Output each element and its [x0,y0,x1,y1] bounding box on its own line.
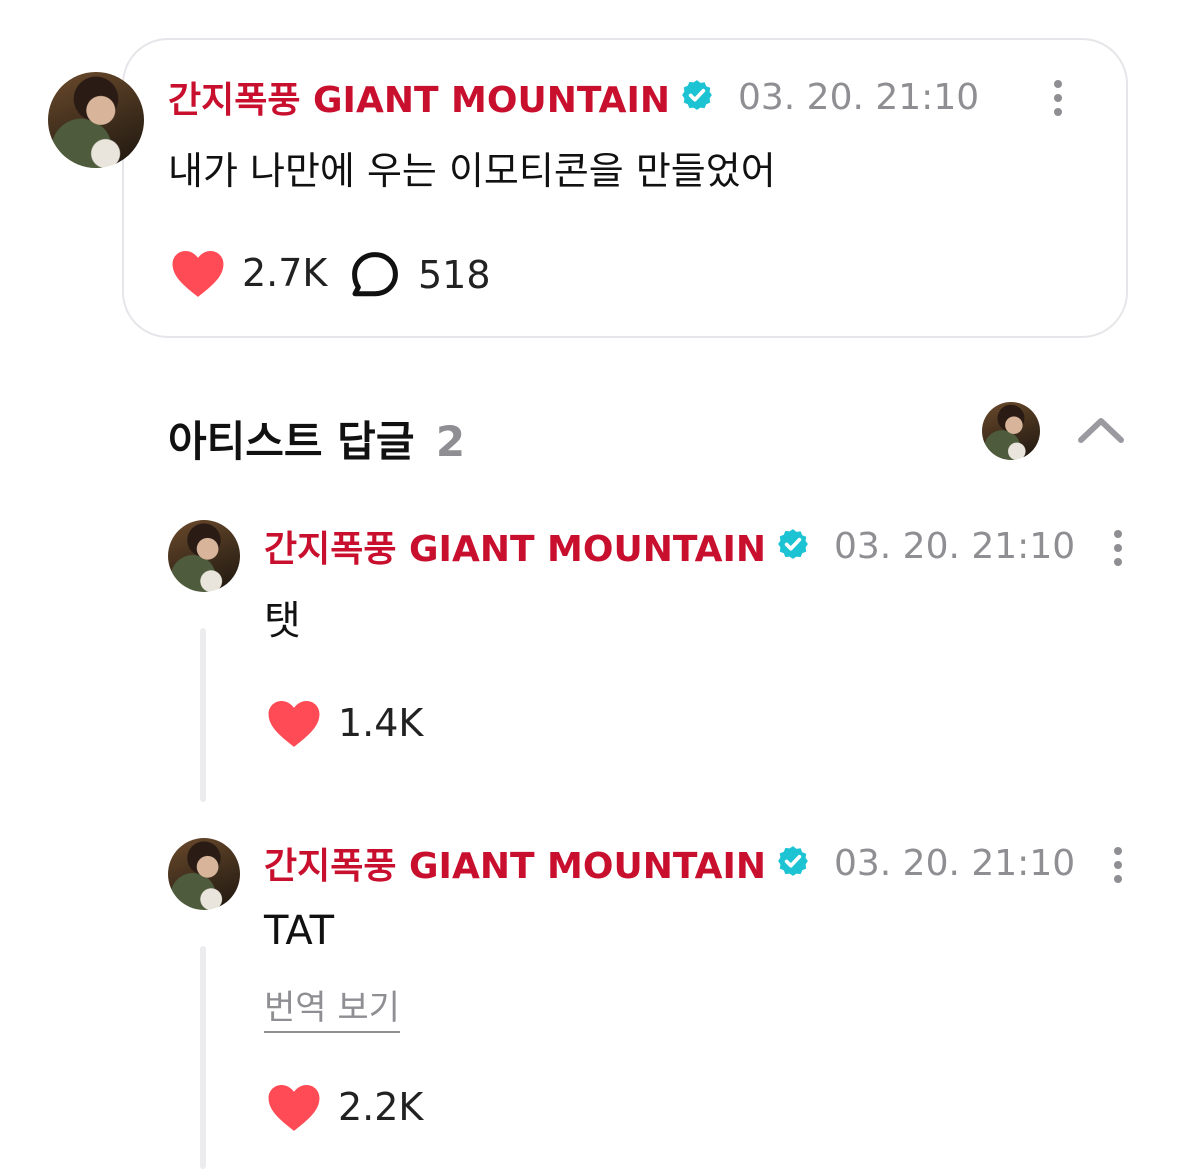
reply-2-more-icon[interactable] [1114,844,1122,886]
post-header: 간지폭풍 GIANT MOUNTAIN 03. 20. 21:10 [168,71,980,123]
reply-2-like-count: 2.2K [338,1085,424,1129]
reply-2-timestamp: 03. 20. 21:10 [833,842,1076,884]
reply-2-translate-link[interactable]: 번역 보기 [264,980,400,1033]
post-like-button[interactable]: 2.7K [170,248,327,298]
reply-1-avatar[interactable] [168,520,240,592]
post-comment-count: 518 [418,253,491,297]
verified-badge-icon [776,844,810,882]
chevron-up-icon[interactable] [1076,412,1126,452]
artist-replies-title: 아티스트 답글 [168,417,415,466]
reply-2-like-button[interactable]: 2.2K [266,1082,423,1132]
reply-1-timestamp: 03. 20. 21:10 [833,525,1076,567]
reply-2-header: 간지폭풍 GIANT MOUNTAIN 03. 20. 21:10 [264,841,1076,888]
reply-1-header: 간지폭풍 GIANT MOUNTAIN 03. 20. 21:10 [264,524,1076,571]
comment-bubble-icon [352,252,398,297]
post-comment-button[interactable]: 518 [350,250,491,300]
artist-replies-count: 2 [435,417,466,466]
reply-1-author-name[interactable]: 간지폭풍 GIANT MOUNTAIN [264,520,766,572]
reply-1-more-icon[interactable] [1114,527,1122,569]
post-author-name[interactable]: 간지폭풍 GIANT MOUNTAIN [168,71,670,123]
reply-2-text: TAT [264,908,335,954]
heart-icon [268,1084,320,1131]
reply-1-like-button[interactable]: 1.4K [266,698,423,748]
artist-replies-header: 아티스트 답글 2 [168,408,465,469]
reply-2-thread-line [200,946,206,1169]
reply-2-author-name[interactable]: 간지폭풍 GIANT MOUNTAIN [264,837,766,889]
post-timestamp: 03. 20. 21:10 [737,76,980,118]
post-author-avatar[interactable] [48,72,144,168]
artist-replies-avatar [982,402,1040,460]
reply-1-like-count: 1.4K [338,701,424,745]
heart-icon [268,700,320,747]
reply-1-text: 탯 [264,598,301,644]
verified-badge-icon [776,527,810,565]
reply-2-avatar[interactable] [168,838,240,910]
verified-badge-icon [680,78,714,116]
post-more-icon[interactable] [1054,77,1062,119]
post-text: 내가 나만에 우는 이모티콘을 만들었어 [168,149,776,193]
post-like-count: 2.7K [242,251,328,295]
reply-1-thread-line [200,628,206,802]
heart-icon [172,250,224,297]
